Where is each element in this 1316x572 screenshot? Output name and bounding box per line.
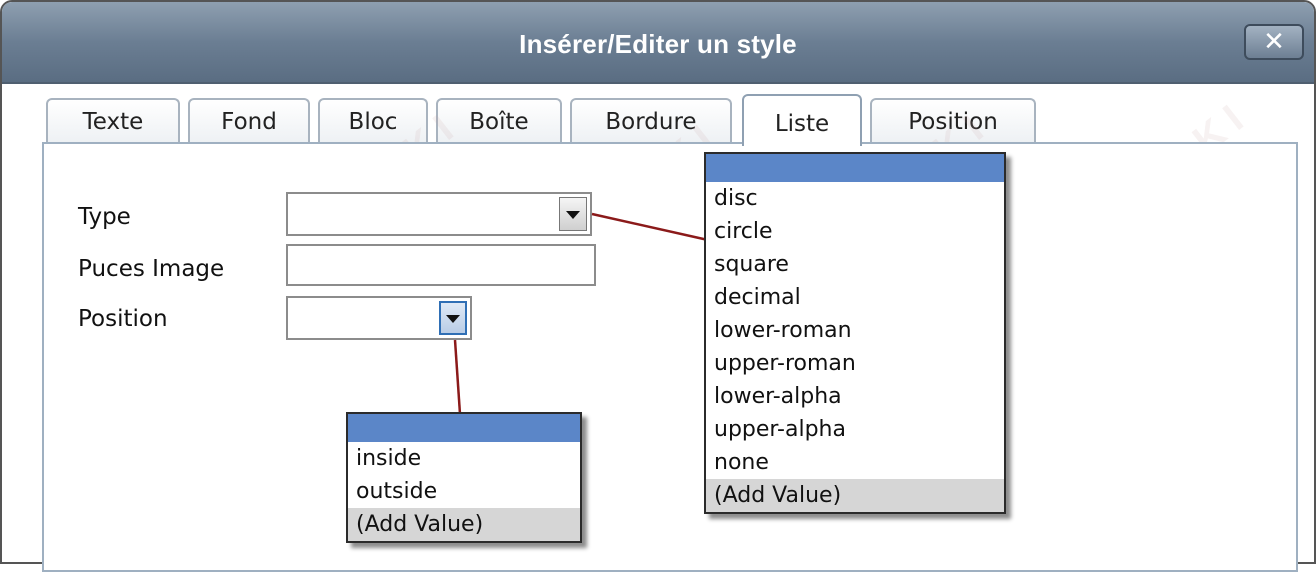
type-options-list[interactable]: disc circle square decimal lower-roman u… xyxy=(704,152,1006,514)
list-option[interactable]: lower-roman xyxy=(706,314,1004,347)
list-option[interactable]: lower-alpha xyxy=(706,380,1004,413)
list-option[interactable]: outside xyxy=(348,475,580,508)
list-option-selected[interactable] xyxy=(706,154,1004,182)
list-option[interactable]: disc xyxy=(706,182,1004,215)
position-options-list[interactable]: inside outside (Add Value) xyxy=(346,412,582,543)
callout-connectors xyxy=(453,212,709,415)
type-callout-line xyxy=(591,212,709,242)
list-option[interactable]: inside xyxy=(348,442,580,475)
list-option[interactable]: upper-roman xyxy=(706,347,1004,380)
list-option[interactable]: decimal xyxy=(706,281,1004,314)
list-option[interactable]: square xyxy=(706,248,1004,281)
list-option[interactable]: upper-alpha xyxy=(706,413,1004,446)
add-value-option[interactable]: (Add Value) xyxy=(348,508,580,541)
list-option-selected[interactable] xyxy=(348,414,580,442)
list-option[interactable]: none xyxy=(706,446,1004,479)
list-option[interactable]: circle xyxy=(706,215,1004,248)
position-callout-line xyxy=(453,339,462,415)
add-value-option[interactable]: (Add Value) xyxy=(706,479,1004,512)
